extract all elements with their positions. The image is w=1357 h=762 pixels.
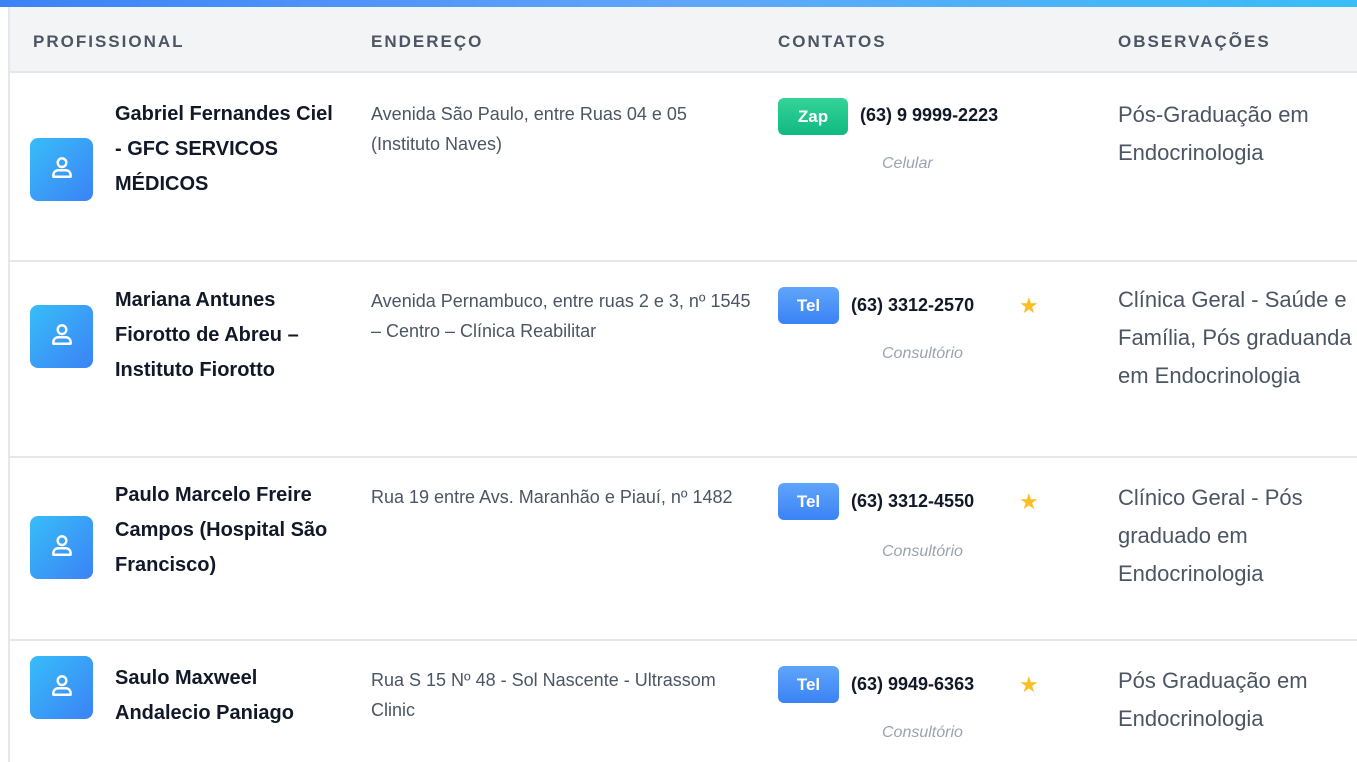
observations: Clínico Geral - Pós graduado em Endocrin… (1118, 485, 1303, 586)
top-accent-bar (0, 0, 1357, 7)
professional-name: Paulo Marcelo Freire Campos (Hospital Sã… (115, 484, 328, 576)
user-icon (49, 532, 75, 563)
star-icon: ★ (1019, 293, 1039, 318)
professional-name: Saulo Maxweel Andalecio Paniago (115, 667, 294, 724)
observations: Clínica Geral - Saúde e Família, Pós gra… (1118, 287, 1352, 388)
header-professional: PROFISSIONAL (33, 32, 185, 51)
phone-badge[interactable]: Tel (778, 287, 839, 324)
phone-badge[interactable]: Tel (778, 666, 839, 703)
star-icon: ★ (1019, 489, 1039, 514)
phone-type: Consultório (882, 543, 963, 560)
header-observations: OBSERVAÇÕES (1118, 32, 1271, 51)
phone-number[interactable]: (63) 3312-2570 (851, 295, 974, 316)
table-row: Paulo Marcelo Freire Campos (Hospital Sã… (10, 458, 1357, 641)
phone-badge[interactable]: Tel (778, 483, 839, 520)
user-icon (49, 321, 75, 352)
header-contacts: CONTATOS (778, 32, 887, 51)
professionals-table: PROFISSIONAL ENDEREÇO CONTATOS OBSERVAÇÕ… (8, 7, 1357, 762)
phone-type: Consultório (882, 345, 963, 362)
phone-type: Celular (882, 155, 933, 172)
user-icon (49, 154, 75, 185)
address: Rua S 15 Nº 48 - Sol Nascente - Ultrasso… (371, 670, 716, 720)
avatar (30, 656, 93, 719)
observations: Pós Graduação em Endocrinologia (1118, 668, 1308, 731)
table-row: Mariana Antunes Fiorotto de Abreu – Inst… (10, 262, 1357, 458)
observations: Pós-Graduação em Endocrinologia (1118, 102, 1309, 165)
table-header: PROFISSIONAL ENDEREÇO CONTATOS OBSERVAÇÕ… (10, 7, 1357, 73)
header-address: ENDEREÇO (371, 32, 484, 51)
phone-number[interactable]: (63) 9 9999-2223 (860, 105, 998, 126)
avatar (30, 138, 93, 201)
star-icon: ★ (1019, 672, 1039, 697)
user-icon (49, 672, 75, 703)
address: Avenida Pernambuco, entre ruas 2 e 3, nº… (371, 291, 751, 341)
professional-name: Mariana Antunes Fiorotto de Abreu – Inst… (115, 289, 299, 381)
phone-number[interactable]: (63) 9949-6363 (851, 674, 974, 695)
avatar (30, 305, 93, 368)
address: Rua 19 entre Avs. Maranhão e Piauí, nº 1… (371, 487, 733, 507)
professional-name: Gabriel Fernandes Ciel - GFC SERVICOS MÉ… (115, 103, 333, 195)
whatsapp-badge[interactable]: Zap (778, 98, 848, 135)
table-row: Saulo Maxweel Andalecio Paniago Rua S 15… (10, 641, 1357, 762)
phone-type: Consultório (882, 724, 963, 741)
address: Avenida São Paulo, entre Ruas 04 e 05 (I… (371, 104, 687, 154)
phone-number[interactable]: (63) 3312-4550 (851, 491, 974, 512)
avatar (30, 516, 93, 579)
table-row: Gabriel Fernandes Ciel - GFC SERVICOS MÉ… (10, 73, 1357, 262)
